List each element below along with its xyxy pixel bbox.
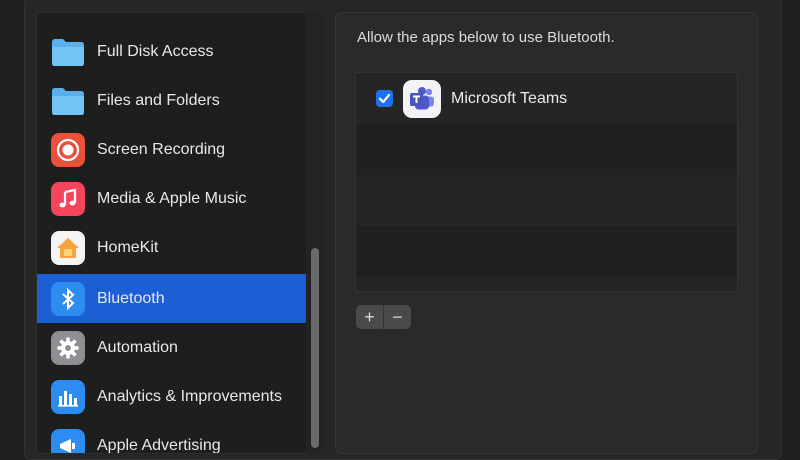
instruction-text: Allow the apps below to use Bluetooth. [357, 29, 615, 46]
sidebar-item-full-disk-access[interactable]: Full Disk Access [37, 27, 307, 76]
sidebar-item-label: Full Disk Access [97, 42, 214, 60]
music-note-icon [51, 181, 85, 216]
folder-icon [51, 35, 85, 69]
home-icon [51, 230, 85, 265]
gear-icon [51, 330, 85, 365]
sidebar-item-files-and-folders[interactable]: Files and Folders [37, 76, 307, 125]
sidebar-item-bluetooth[interactable]: Bluetooth [37, 274, 307, 323]
list-item-empty [356, 124, 737, 175]
bar-chart-icon [51, 379, 85, 414]
app-list: Microsoft Teams [355, 72, 738, 292]
microsoft-teams-checkbox[interactable] [376, 90, 393, 107]
list-item-microsoft-teams[interactable]: Microsoft Teams [356, 73, 737, 124]
sidebar-item-label: Screen Recording [97, 140, 226, 158]
microsoft-teams-icon [403, 79, 441, 118]
list-item-empty [356, 175, 737, 226]
sidebar-item-label: Bluetooth [97, 289, 165, 307]
sidebar-item-homekit[interactable]: HomeKit [37, 223, 307, 272]
privacy-sidebar: Full Disk Access Files and Folders Scree… [36, 12, 308, 454]
remove-app-button[interactable]: − [384, 305, 411, 329]
sidebar-item-label: Files and Folders [97, 91, 220, 109]
screen-recording-icon [51, 132, 85, 167]
add-app-button[interactable]: + [356, 305, 383, 329]
sidebar-item-apple-advertising[interactable]: Apple Advertising [37, 421, 307, 454]
bluetooth-icon [51, 281, 85, 316]
sidebar-scrollbar[interactable] [311, 248, 319, 448]
sidebar-item-label: Automation [97, 338, 178, 356]
sidebar-item-screen-recording[interactable]: Screen Recording [37, 125, 307, 174]
list-item-empty [356, 277, 737, 291]
sidebar-item-label: Analytics & Improvements [97, 387, 282, 405]
add-remove-buttons: + − [356, 305, 411, 329]
sidebar-item-label: Media & Apple Music [97, 189, 247, 207]
list-item-empty [356, 226, 737, 277]
folder-icon [51, 84, 85, 118]
app-name: Microsoft Teams [451, 89, 568, 107]
sidebar-item-automation[interactable]: Automation [37, 323, 307, 372]
sidebar-item-label: HomeKit [97, 238, 159, 256]
sidebar-item-analytics-improvements[interactable]: Analytics & Improvements [37, 372, 307, 421]
megaphone-icon [51, 428, 85, 453]
sidebar-item-media-apple-music[interactable]: Media & Apple Music [37, 174, 307, 223]
sidebar-item-label: Apple Advertising [97, 436, 221, 454]
